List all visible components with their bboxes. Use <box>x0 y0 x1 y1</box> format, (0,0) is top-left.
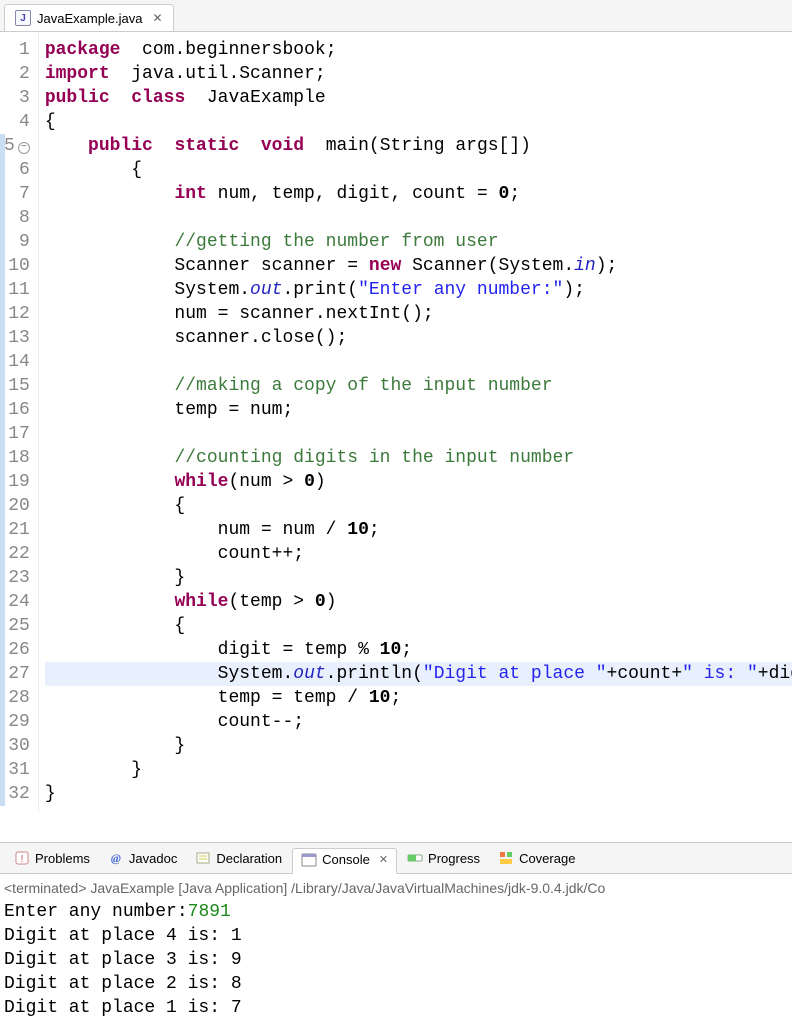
line-number[interactable]: 15 <box>4 374 30 398</box>
declaration-icon <box>195 850 211 866</box>
tab-label: Coverage <box>519 851 575 866</box>
code-line[interactable]: Scanner scanner = new Scanner(System.in)… <box>45 254 792 278</box>
tab-progress[interactable]: Progress <box>399 847 488 869</box>
line-number[interactable]: 7 <box>4 182 30 206</box>
line-number[interactable]: 22 <box>4 542 30 566</box>
code-line[interactable]: { <box>45 110 792 134</box>
line-number[interactable]: 4 <box>4 110 30 134</box>
line-number[interactable]: 2 <box>4 62 30 86</box>
code-line[interactable]: } <box>45 734 792 758</box>
change-marker <box>0 134 5 806</box>
tab-label: Progress <box>428 851 480 866</box>
code-line[interactable]: System.out.print("Enter any number:"); <box>45 278 792 302</box>
line-number[interactable]: 14 <box>4 350 30 374</box>
java-file-icon: J <box>15 10 31 26</box>
code-line[interactable] <box>45 206 792 230</box>
code-line[interactable]: { <box>45 494 792 518</box>
line-number[interactable]: 27 <box>4 662 30 686</box>
line-number[interactable]: 19 <box>4 470 30 494</box>
line-number[interactable]: 3 <box>4 86 30 110</box>
code-line[interactable]: num = scanner.nextInt(); <box>45 302 792 326</box>
line-number[interactable]: 23 <box>4 566 30 590</box>
fold-icon[interactable]: − <box>18 142 30 154</box>
line-number[interactable]: 26 <box>4 638 30 662</box>
line-number[interactable]: 9 <box>4 230 30 254</box>
code-line[interactable]: } <box>45 782 792 806</box>
tab-console[interactable]: Console ✕ <box>292 848 397 874</box>
line-number[interactable]: 30 <box>4 734 30 758</box>
code-line[interactable]: System.out.println("Digit at place "+cou… <box>45 662 792 686</box>
line-number[interactable]: 20 <box>4 494 30 518</box>
code-line[interactable]: import java.util.Scanner; <box>45 62 792 86</box>
console-status: <terminated> JavaExample [Java Applicati… <box>4 880 788 896</box>
editor: 12345−6789101112131415161718192021222324… <box>0 32 792 812</box>
code-line[interactable]: package com.beginnersbook; <box>45 38 792 62</box>
code-line[interactable]: public static void main(String args[]) <box>45 134 792 158</box>
code-line[interactable]: int num, temp, digit, count = 0; <box>45 182 792 206</box>
bottom-view-tabs: ! Problems @ Javadoc Declaration Console… <box>0 842 792 874</box>
line-number[interactable]: 18 <box>4 446 30 470</box>
code-line[interactable]: temp = temp / 10; <box>45 686 792 710</box>
code-line[interactable]: //counting digits in the input number <box>45 446 792 470</box>
tab-problems[interactable]: ! Problems <box>6 847 98 869</box>
tab-declaration[interactable]: Declaration <box>187 847 290 869</box>
line-number[interactable]: 16 <box>4 398 30 422</box>
code-line[interactable]: //making a copy of the input number <box>45 374 792 398</box>
code-line[interactable]: { <box>45 614 792 638</box>
code-line[interactable]: { <box>45 158 792 182</box>
code-area[interactable]: package com.beginnersbook;import java.ut… <box>39 32 792 812</box>
console-output[interactable]: Enter any number:7891 Digit at place 4 i… <box>4 900 788 1020</box>
code-line[interactable]: } <box>45 566 792 590</box>
tab-javadoc[interactable]: @ Javadoc <box>100 847 185 869</box>
line-number[interactable]: 13 <box>4 326 30 350</box>
console-panel: <terminated> JavaExample [Java Applicati… <box>0 874 792 1026</box>
warning-icon: ! <box>14 850 30 866</box>
line-number[interactable]: 11 <box>4 278 30 302</box>
tab-coverage[interactable]: Coverage <box>490 847 583 869</box>
code-line[interactable] <box>45 422 792 446</box>
line-number[interactable]: 17 <box>4 422 30 446</box>
line-number-gutter[interactable]: 12345−6789101112131415161718192021222324… <box>0 32 39 812</box>
file-tab[interactable]: J JavaExample.java ✕ <box>4 4 174 31</box>
editor-tab-bar: J JavaExample.java ✕ <box>0 0 792 32</box>
line-number[interactable]: 5− <box>4 134 30 158</box>
code-line[interactable]: scanner.close(); <box>45 326 792 350</box>
svg-text:!: ! <box>21 854 24 865</box>
line-number[interactable]: 31 <box>4 758 30 782</box>
tab-label: Problems <box>35 851 90 866</box>
code-line[interactable]: while(temp > 0) <box>45 590 792 614</box>
code-line[interactable]: //getting the number from user <box>45 230 792 254</box>
line-number[interactable]: 32 <box>4 782 30 806</box>
code-line[interactable]: count--; <box>45 710 792 734</box>
line-number[interactable]: 8 <box>4 206 30 230</box>
code-line[interactable]: } <box>45 758 792 782</box>
progress-icon <box>407 850 423 866</box>
close-icon[interactable]: ✕ <box>153 11 163 25</box>
code-line[interactable]: public class JavaExample <box>45 86 792 110</box>
line-number[interactable]: 6 <box>4 158 30 182</box>
file-tab-label: JavaExample.java <box>37 11 143 26</box>
code-line[interactable]: temp = num; <box>45 398 792 422</box>
tab-label: Javadoc <box>129 851 177 866</box>
line-number[interactable]: 24 <box>4 590 30 614</box>
line-number[interactable]: 1 <box>4 38 30 62</box>
tab-label: Declaration <box>216 851 282 866</box>
at-sign-icon: @ <box>108 850 124 866</box>
code-line[interactable]: num = num / 10; <box>45 518 792 542</box>
close-icon[interactable]: ✕ <box>379 853 388 866</box>
line-number[interactable]: 12 <box>4 302 30 326</box>
line-number[interactable]: 25 <box>4 614 30 638</box>
tab-label: Console <box>322 852 370 867</box>
code-line[interactable]: while(num > 0) <box>45 470 792 494</box>
line-number[interactable]: 10 <box>4 254 30 278</box>
code-line[interactable] <box>45 350 792 374</box>
line-number[interactable]: 21 <box>4 518 30 542</box>
code-line[interactable]: count++; <box>45 542 792 566</box>
console-icon <box>301 852 317 868</box>
line-number[interactable]: 28 <box>4 686 30 710</box>
coverage-icon <box>498 850 514 866</box>
line-number[interactable]: 29 <box>4 710 30 734</box>
code-line[interactable]: digit = temp % 10; <box>45 638 792 662</box>
